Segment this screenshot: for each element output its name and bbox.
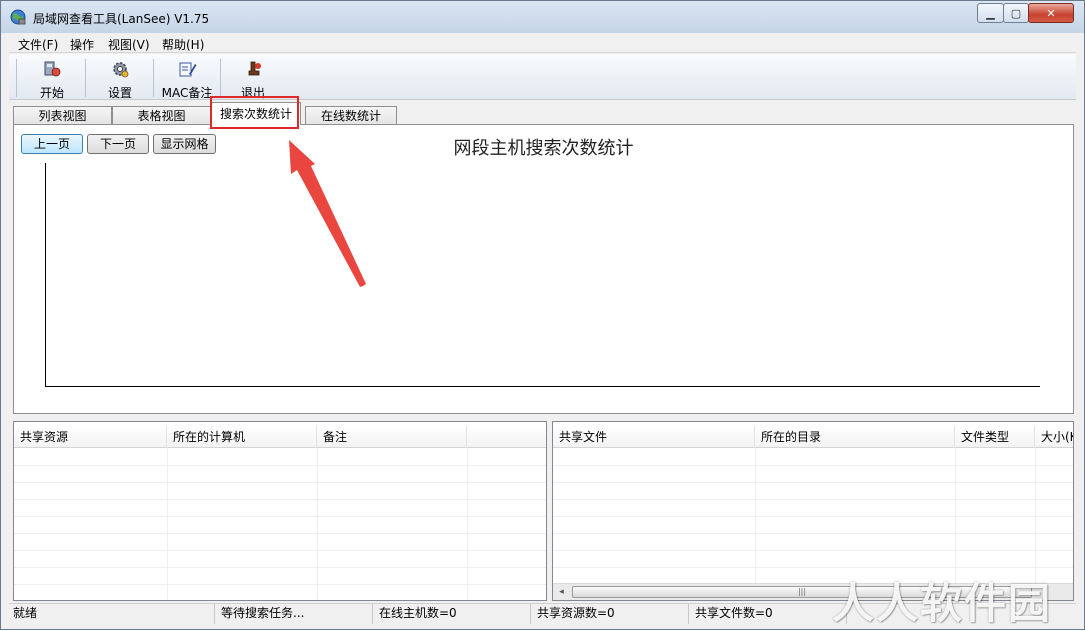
tab-table-view[interactable]: 表格视图 — [112, 106, 211, 125]
note-edit-icon — [179, 62, 197, 77]
gear-icon — [113, 62, 129, 78]
col-file-type[interactable]: 文件类型 — [955, 426, 1035, 448]
chart-y-axis — [45, 163, 46, 386]
globe-app-icon — [10, 9, 26, 25]
grid-line — [14, 533, 546, 534]
exit-button[interactable]: 退出 — [224, 57, 282, 100]
tab-online-count-label: 在线数统计 — [320, 109, 381, 123]
toolbar-grip — [16, 59, 17, 97]
window-title: 局域网查看工具(LanSee) V1.75 — [33, 12, 210, 26]
status-bar: 就绪 等待搜索任务... 在线主机数=0 共享资源数=0 共享文件数=0 — [9, 603, 1076, 624]
chart-x-axis — [45, 386, 1040, 387]
tab-list-view-label: 列表视图 — [38, 109, 87, 123]
toolbar-separator — [85, 59, 86, 97]
menu-file[interactable]: 文件(F) — [18, 36, 58, 53]
grid-line — [553, 516, 1073, 517]
horizontal-splitter[interactable] — [13, 414, 1074, 420]
grid-line — [553, 499, 1073, 500]
grid-line — [553, 465, 1073, 466]
grid-line — [167, 448, 168, 600]
col-extra[interactable] — [467, 426, 546, 448]
col-note[interactable]: 备注 — [317, 426, 467, 448]
app-window: 局域网查看工具(LanSee) V1.75 ▁ ▢ ✕ 文件(F) 操作 视图(… — [0, 0, 1085, 630]
view-tabs: 列表视图 表格视图 搜索次数统计 在线数统计 — [13, 102, 1074, 125]
scroll-left-icon: ◂ — [559, 587, 564, 597]
start-label: 开始 — [39, 86, 64, 100]
grid-line — [14, 516, 546, 517]
scroll-thumb[interactable]: ||| — [572, 586, 1032, 598]
close-icon: ✕ — [1046, 6, 1056, 20]
files-horizontal-scrollbar[interactable]: ◂ ||| — [553, 583, 1073, 600]
menu-view[interactable]: 视图(V) — [108, 36, 150, 53]
exit-label: 退出 — [240, 86, 265, 100]
shares-list-header: 共享资源 所在的计算机 备注 — [14, 426, 546, 448]
files-list-header: 共享文件 所在的目录 文件类型 大小(K — [553, 426, 1073, 448]
status-state: 就绪 — [9, 604, 215, 624]
status-task: 等待搜索任务... — [217, 604, 373, 624]
start-button[interactable]: 开始 — [21, 57, 83, 100]
minimize-icon: ▁ — [986, 6, 995, 20]
col-size[interactable]: 大小(K — [1035, 426, 1073, 448]
settings-label: 设置 — [107, 86, 132, 100]
grid-line — [14, 499, 546, 500]
grid-line — [14, 567, 546, 568]
toolbar-separator — [220, 59, 221, 97]
grid-line — [14, 482, 546, 483]
grid-line — [553, 482, 1073, 483]
status-shared-resources: 共享资源数=0 — [533, 604, 689, 624]
col-share-resource[interactable]: 共享资源 — [14, 426, 167, 448]
shares-list[interactable]: 共享资源 所在的计算机 备注 — [13, 421, 547, 601]
minimize-button[interactable]: ▁ — [977, 3, 1004, 23]
files-list[interactable]: 共享文件 所在的目录 文件类型 大小(K ◂ ||| — [552, 421, 1074, 601]
toolbar: 开始 设置 MAC备注 退出 — [9, 54, 1076, 100]
tab-list-view[interactable]: 列表视图 — [13, 106, 112, 125]
tab-table-view-label: 表格视图 — [137, 109, 186, 123]
tab-search-count[interactable]: 搜索次数统计 — [211, 102, 301, 125]
tab-online-count[interactable]: 在线数统计 — [305, 106, 397, 125]
grid-line — [14, 584, 546, 585]
grid-line — [553, 550, 1073, 551]
grid-line — [14, 550, 546, 551]
start-icon — [44, 61, 61, 77]
scroll-grip-icon: ||| — [797, 587, 807, 596]
chart-title: 网段主机搜索次数统计 — [453, 138, 634, 159]
grid-line — [553, 533, 1073, 534]
mac-note-label: MAC备注 — [161, 86, 213, 100]
col-computer[interactable]: 所在的计算机 — [167, 426, 317, 448]
scroll-left-button[interactable]: ◂ — [553, 584, 570, 600]
maximize-icon: ▢ — [1010, 6, 1022, 20]
menu-help[interactable]: 帮助(H) — [162, 36, 204, 53]
menu-bar: 文件(F) 操作 视图(V) 帮助(H) — [9, 33, 1076, 53]
tab-search-count-label: 搜索次数统计 — [219, 107, 292, 121]
col-directory[interactable]: 所在的目录 — [755, 426, 955, 448]
grid-line — [317, 448, 318, 600]
grid-line — [553, 567, 1073, 568]
close-button[interactable]: ✕ — [1028, 3, 1074, 23]
col-shared-file[interactable]: 共享文件 — [553, 426, 755, 448]
status-shared-files: 共享文件数=0 — [691, 604, 847, 624]
maximize-button[interactable]: ▢ — [1003, 3, 1029, 23]
chart-panel: 上一页 下一页 显示网格 网段主机搜索次数统计 — [13, 124, 1074, 414]
mac-note-button[interactable]: MAC备注 — [157, 57, 217, 100]
grid-line — [467, 448, 468, 600]
exit-icon — [248, 61, 261, 76]
grid-line — [14, 465, 546, 466]
title-bar[interactable]: 局域网查看工具(LanSee) V1.75 ▁ ▢ ✕ — [1, 1, 1084, 33]
settings-button[interactable]: 设置 — [89, 57, 151, 100]
toolbar-separator — [153, 59, 154, 97]
status-online-hosts: 在线主机数=0 — [375, 604, 531, 624]
menu-operate[interactable]: 操作 — [70, 36, 94, 53]
